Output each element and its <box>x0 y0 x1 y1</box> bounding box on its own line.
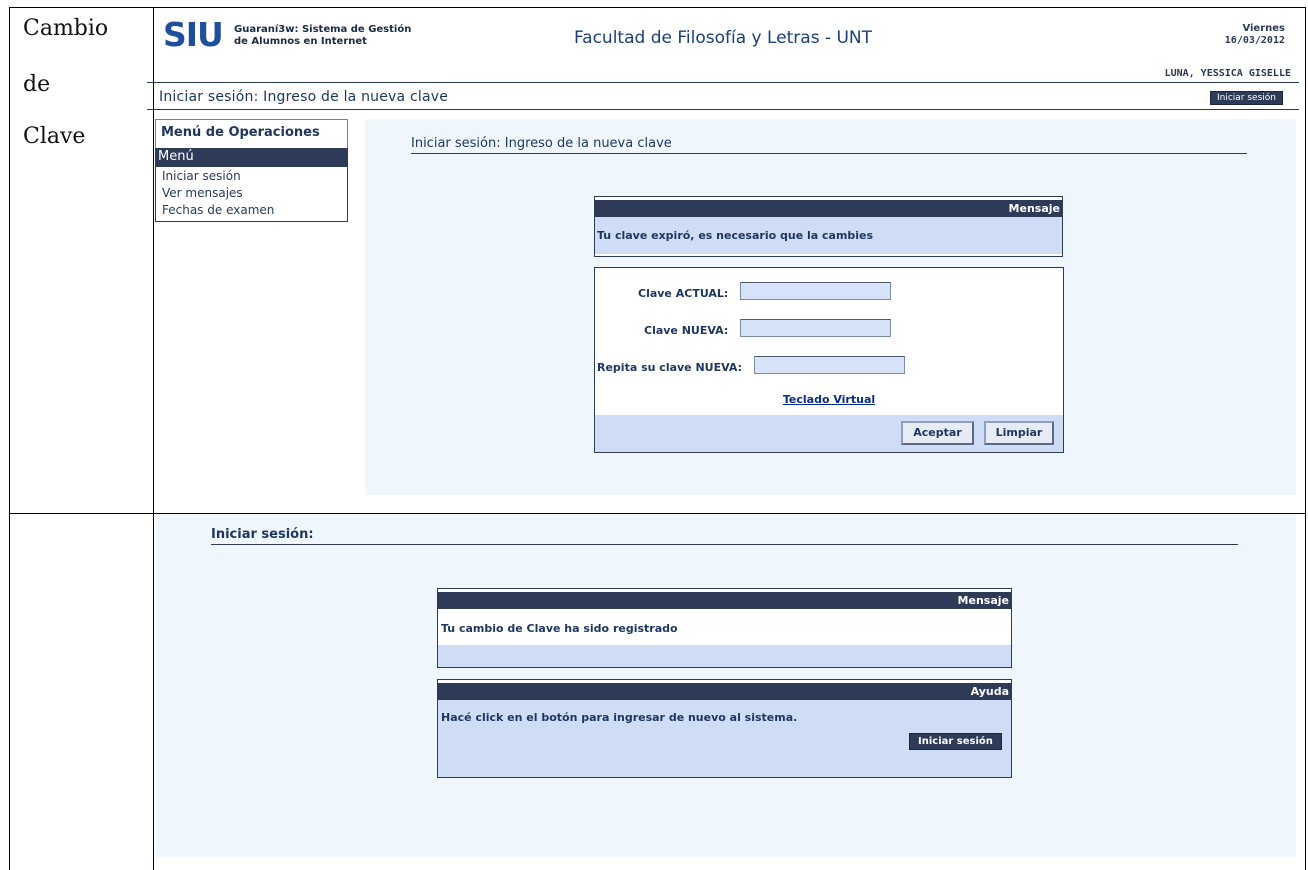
side-label-line2: de <box>23 72 51 97</box>
new-password-label: Clave NUEVA: <box>644 324 729 337</box>
accept-button[interactable]: Aceptar <box>901 421 974 445</box>
help-box: Ayuda Hacé click en el botón para ingres… <box>437 679 1012 778</box>
message-box: Mensaje Tu clave expiró, es necesario qu… <box>594 196 1063 257</box>
title-bar: Iniciar sesión: Ingreso de la nueva clav… <box>147 82 1299 110</box>
current-password-input[interactable] <box>740 282 891 300</box>
message-text: Tu clave expiró, es necesario que la cam… <box>595 217 1062 254</box>
repeat-password-label: Repita su clave NUEVA: <box>597 361 743 374</box>
page-title: Iniciar sesión: Ingreso de la nueva clav… <box>159 89 449 105</box>
form-button-bar: Aceptar Limpiar <box>595 415 1063 452</box>
confirmation-message-text: Tu cambio de Clave ha sido registrado <box>438 609 1011 645</box>
clear-button[interactable]: Limpiar <box>984 421 1054 445</box>
message-header: Mensaje <box>595 200 1062 217</box>
menu-item-fechas-examen[interactable]: Fechas de examen <box>162 202 341 219</box>
virtual-keyboard-link[interactable]: Teclado Virtual <box>595 393 1063 406</box>
confirmation-message-box: Mensaje Tu cambio de Clave ha sido regis… <box>437 588 1012 668</box>
menu-item-iniciar-sesion[interactable]: Iniciar sesión <box>162 168 341 185</box>
menu-list: Iniciar sesión Ver mensajes Fechas de ex… <box>155 167 348 222</box>
faculty-title: Facultad de Filosofía y Letras - UNT <box>573 28 873 48</box>
change-password-screenshot: SIU Guaraní3w: Sistema de Gestión de Alu… <box>147 8 1299 498</box>
menu-selected-item[interactable]: Menú <box>155 148 348 167</box>
confirmation-title: Iniciar sesión: <box>211 527 1238 545</box>
confirmation-screenshot: Iniciar sesión: Mensaje Tu cambio de Cla… <box>156 514 1296 857</box>
main-content: Iniciar sesión: Ingreso de la nueva clav… <box>365 119 1296 495</box>
help-body: Hacé click en el botón para ingresar de … <box>438 700 1011 777</box>
repeat-password-input[interactable] <box>754 356 905 374</box>
header-login-button[interactable]: Iniciar sesión <box>1209 91 1283 105</box>
help-text: Hacé click en el botón para ingresar de … <box>441 711 798 724</box>
confirm-login-button[interactable]: Iniciar sesión <box>909 733 1002 750</box>
new-password-input[interactable] <box>740 319 891 337</box>
date-value: 16/03/2012 <box>1224 35 1285 46</box>
date-display: Viernes 16/03/2012 <box>1225 23 1285 47</box>
operations-menu: Menú de Operaciones Menú Iniciar sesión … <box>155 119 348 222</box>
content-title: Iniciar sesión: Ingreso de la nueva clav… <box>411 136 1247 154</box>
day-name: Viernes <box>1242 23 1285 34</box>
side-label-line3: Clave <box>23 124 86 149</box>
side-label-line1: Cambio <box>23 16 109 41</box>
current-password-label: Clave ACTUAL: <box>638 287 729 300</box>
confirmation-message-footer <box>438 645 1011 667</box>
menu-title: Menú de Operaciones <box>155 119 348 148</box>
password-form: Clave ACTUAL: Clave NUEVA: Repita su cla… <box>594 267 1064 453</box>
help-header: Ayuda <box>438 683 1011 700</box>
user-name: LUNA, YESSICA GISELLE <box>1164 68 1291 79</box>
confirmation-message-header: Mensaje <box>438 592 1011 609</box>
menu-item-ver-mensajes[interactable]: Ver mensajes <box>162 185 341 202</box>
